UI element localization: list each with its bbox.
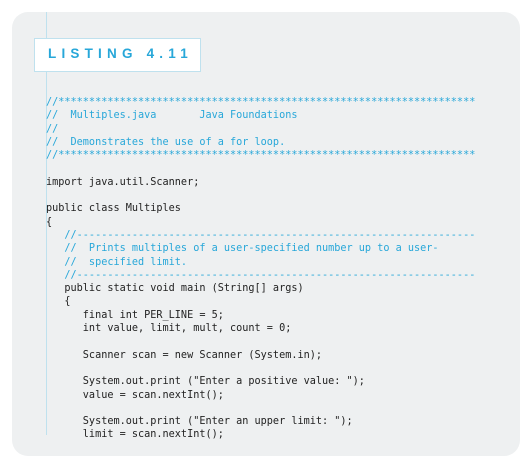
comment-line: // Multiples.java Java Foundations — [46, 110, 298, 122]
code-line: public static void main (String[] args) — [46, 283, 304, 295]
code-line: public class Multiples — [46, 203, 181, 215]
code-line: limit = scan.nextInt(); — [46, 429, 224, 441]
comment-line: // — [46, 123, 59, 135]
comment-line: //**************************************… — [46, 97, 476, 108]
code-line: System.out.print ("Enter an upper limit:… — [46, 416, 353, 428]
comment-line: //--------------------------------------… — [46, 269, 476, 281]
code-line: value = scan.nextInt(); — [46, 389, 224, 401]
comment-line: // Demonstrates the use of a for loop. — [46, 136, 286, 148]
comment-line: //**************************************… — [46, 150, 476, 162]
comment-line: // specified limit. — [46, 256, 188, 268]
comment-line: // Prints multiples of a user-specified … — [46, 243, 439, 255]
code-line: import java.util.Scanner; — [46, 176, 200, 188]
code-listing: //**************************************… — [46, 96, 475, 442]
code-line: final int PER_LINE = 5; — [46, 309, 224, 321]
code-line: int value, limit, mult, count = 0; — [46, 323, 292, 335]
code-line: Scanner scan = new Scanner (System.in); — [46, 349, 323, 361]
listing-title: LISTING 4.11 — [48, 46, 193, 61]
code-line: { — [46, 296, 71, 308]
code-line: { — [46, 216, 53, 228]
listing-label-box: LISTING 4.11 — [34, 38, 201, 72]
comment-line: //--------------------------------------… — [46, 229, 476, 241]
code-line: System.out.print ("Enter a positive valu… — [46, 376, 365, 388]
